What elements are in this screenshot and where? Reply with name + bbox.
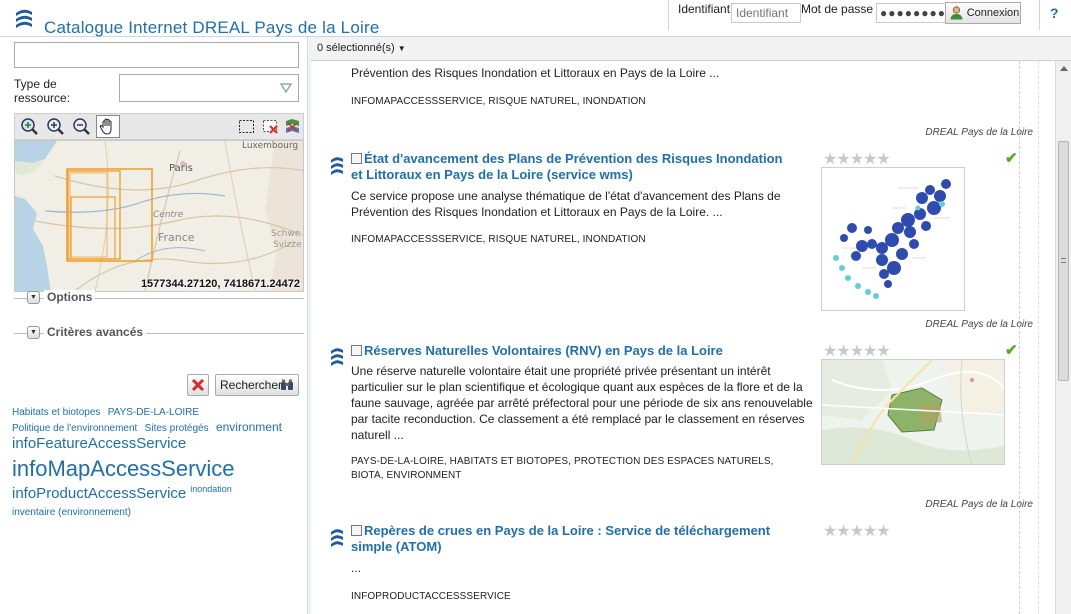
map-coordinates: 1577344.27120, 7418671.24472 (140, 278, 300, 290)
result-abstract: ... (351, 561, 362, 575)
header: Catalogue Internet DREAL Pays de la Loir… (0, 0, 1071, 37)
tag-link[interactable]: inondation (190, 484, 232, 494)
select-box-icon[interactable] (237, 117, 256, 136)
rating-stars[interactable]: ★★★★★ (823, 149, 891, 169)
pan-tool[interactable] (96, 115, 120, 138)
username-label: Identifiant (678, 2, 731, 16)
options-label: Options (44, 290, 96, 304)
result-checkbox[interactable] (351, 525, 362, 536)
result-keywords: INFOMAPACCESSSERVICE, RISQUE NATUREL, IN… (351, 234, 646, 245)
result-keywords: INFOMAPACCESSSERVICE, RISQUE NATUREL, IN… (351, 96, 646, 107)
clear-selection-icon[interactable] (261, 117, 280, 136)
map-layers-icon[interactable] (283, 117, 302, 136)
result-keywords: INFOPRODUCTACCESSSERVICE (351, 591, 511, 602)
resource-type-select[interactable] (119, 74, 299, 102)
results-toolbar: 0 sélectionné(s) ▼ (311, 37, 1071, 61)
results-scrollbar[interactable] (1055, 61, 1071, 614)
map-label-paris: Paris (169, 163, 193, 174)
result-title-link[interactable]: Réserves Naturelles Volontaires (RNV) en… (364, 343, 723, 358)
ppri-map-thumbnail-icon (822, 168, 964, 310)
app-title: Catalogue Internet DREAL Pays de la Loir… (44, 18, 380, 37)
user-icon (950, 6, 963, 20)
rating-stars[interactable]: ★★★★★ (823, 341, 891, 361)
dropdown-caret-icon: ▼ (397, 44, 406, 53)
map-toolbar (14, 113, 304, 140)
result-thumbnail[interactable] (821, 359, 1005, 465)
options-fold[interactable]: ▼ Options (14, 290, 304, 307)
result-abstract: Une réserve naturelle volontaire était u… (351, 364, 813, 442)
results-list: Prévention des Risques Inondation et Lit… (311, 61, 1055, 614)
clear-icon (191, 378, 205, 392)
result-organization: DREAL Pays de la Loire (925, 319, 1033, 330)
result-title-link[interactable]: État d'avancement des Plans de Préventio… (351, 151, 782, 182)
result-title-row: État d'avancement des Plans de Préventio… (351, 151, 791, 183)
password-input[interactable]: ●●●●●●●●● (876, 3, 953, 23)
advanced-criteria-fold[interactable]: ▼ Critères avancés (14, 325, 304, 342)
result-title-link[interactable]: Repères de crues en Pays de la Loire : S… (351, 523, 770, 554)
options-toggle-icon[interactable]: ▼ (27, 291, 40, 304)
result-thumbnail[interactable] (821, 167, 965, 311)
tag-link[interactable]: Habitats et biotopes (12, 407, 100, 418)
result-logo-icon (331, 157, 343, 175)
tag-link[interactable]: environment (216, 420, 282, 434)
scroll-up-arrow-icon[interactable] (1060, 66, 1068, 71)
scrollbar-grip-icon (1061, 258, 1066, 263)
resource-type-label: Type de ressource: (14, 77, 71, 105)
hand-pan-icon (99, 118, 112, 135)
column-divider (1019, 61, 1020, 614)
column-divider (1038, 61, 1039, 614)
result-abstract: Ce service propose une analyse thématiqu… (351, 189, 781, 219)
map-label-france: France (158, 231, 195, 244)
tag-link[interactable]: infoMapAccessService (12, 456, 235, 481)
tag-link[interactable]: Sites protégés (145, 423, 209, 434)
result-title-row: Réserves Naturelles Volontaires (RNV) en… (351, 343, 791, 359)
search-input[interactable] (14, 42, 299, 68)
result-logo-icon (331, 348, 343, 366)
search-panel: Type de ressource: Luxembourg Paris Cent… (8, 37, 307, 614)
map-label-centre: Centre (153, 210, 184, 220)
result-abstract: Prévention des Risques Inondation et Lit… (351, 66, 720, 80)
result-title-row: Repères de crues en Pays de la Loire : S… (351, 523, 791, 555)
result-organization: DREAL Pays de la Loire (925, 499, 1033, 510)
login-button[interactable]: Connexion (945, 2, 1021, 24)
map-label-schweiz: Schwe (271, 229, 301, 239)
binoculars-icon (281, 379, 293, 390)
valid-check-icon: ✔ (1005, 150, 1018, 167)
password-label: Mot de passe (801, 2, 874, 16)
dreal-logo-icon (16, 9, 32, 28)
tag-link[interactable]: inventaire (environnement) (12, 507, 131, 518)
advanced-toggle-icon[interactable]: ▼ (27, 326, 40, 339)
search-button-label: Rechercher (220, 378, 283, 392)
login-button-label: Connexion (966, 7, 1020, 19)
tag-link[interactable]: infoFeatureAccessService (12, 435, 186, 452)
dropdown-arrow-icon (280, 83, 292, 93)
search-map[interactable]: Luxembourg Paris Centre France Schwe Svi… (14, 140, 304, 292)
map-canvas: Luxembourg Paris Centre France Schwe Svi… (15, 141, 303, 291)
tag-link[interactable]: PAYS-DE-LA-LOIRE (108, 407, 199, 418)
zoom-in-icon[interactable] (46, 117, 65, 136)
username-input[interactable] (731, 3, 801, 23)
scrollbar-thumb[interactable] (1058, 141, 1069, 381)
clear-search-button[interactable] (187, 374, 209, 396)
map-label-luxembourg: Luxembourg (242, 141, 298, 151)
result-keywords: PAYS-DE-LA-LOIRE, HABITATS ET BIOTOPES, … (351, 456, 774, 481)
help-link[interactable]: ? (1050, 5, 1059, 21)
tag-link[interactable]: infoProductAccessService (12, 485, 186, 502)
advanced-criteria-label: Critères avancés (44, 325, 147, 339)
result-checkbox[interactable] (351, 345, 362, 356)
rating-stars[interactable]: ★★★★★ (823, 521, 891, 541)
result-logo-icon (331, 529, 343, 547)
result-checkbox[interactable] (351, 153, 362, 164)
map-label-svizzera: Svizze (273, 240, 302, 250)
result-organization: DREAL Pays de la Loire (925, 127, 1033, 138)
tag-link[interactable]: Politique de l'environnement (12, 423, 137, 434)
selection-menu[interactable]: 0 sélectionné(s) ▼ (317, 42, 406, 54)
zoom-out-icon[interactable] (72, 117, 91, 136)
zoom-extent-icon[interactable] (20, 117, 39, 136)
valid-check-icon: ✔ (1005, 342, 1018, 359)
selection-count: 0 sélectionné(s) (317, 42, 395, 54)
rnv-map-thumbnail-icon (822, 360, 1004, 464)
search-button[interactable]: Rechercher (215, 374, 299, 396)
tag-cloud: Habitats et biotopes PAYS-DE-LA-LOIRE Po… (12, 404, 302, 519)
